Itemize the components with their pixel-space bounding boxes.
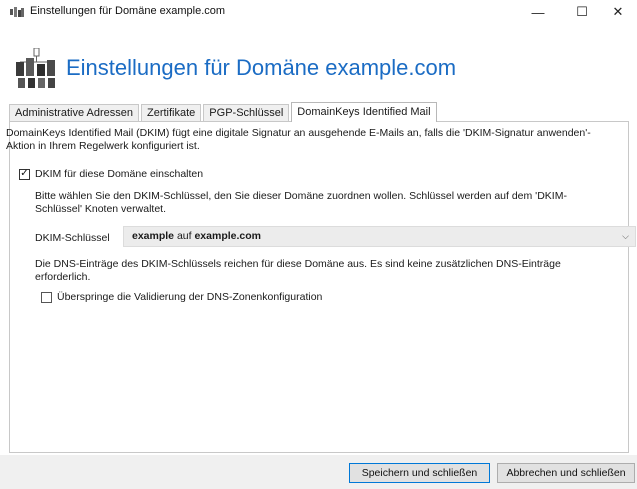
dkim-key-label: DKIM-Schlüssel: [35, 232, 110, 244]
tab-administrative-adressen[interactable]: Administrative Adressen: [9, 104, 139, 122]
tab-strip: Administrative Adressen Zertifikate PGP-…: [9, 102, 439, 122]
tab-zertifikate[interactable]: Zertifikate: [141, 104, 202, 122]
enable-dkim-checkbox[interactable]: [19, 168, 30, 180]
page-title: Einstellungen für Domäne example.com: [66, 55, 457, 80]
minimize-button[interactable]: —: [516, 0, 560, 24]
domain-network-icon: [10, 7, 24, 17]
title-bar: Einstellungen für Domäne example.com — ☐…: [0, 0, 637, 24]
settings-window: Einstellungen für Domäne example.com — ☐…: [0, 0, 637, 489]
skip-validation-row[interactable]: Überspringe die Validierung der DNS-Zone…: [41, 291, 322, 303]
select-key-hint: Bitte wählen Sie den DKIM-Schlüssel, den…: [35, 190, 567, 215]
cancel-and-close-button[interactable]: Abbrechen und schließen: [497, 463, 635, 483]
dkim-key-select[interactable]: example auf example.com ⌵: [123, 226, 636, 247]
window-title: Einstellungen für Domäne example.com: [30, 5, 226, 17]
skip-validation-label: Überspringe die Validierung der DNS-Zone…: [57, 291, 323, 303]
close-button[interactable]: ✕: [596, 0, 637, 24]
dkim-key-domain: example.com: [194, 230, 262, 242]
tab-pgp-schluessel[interactable]: PGP-Schlüssel: [203, 104, 290, 122]
dkim-key-name: example: [132, 230, 175, 242]
enable-dkim-label: DKIM für diese Domäne einschalten: [35, 168, 204, 180]
chevron-down-icon[interactable]: ⌵: [622, 227, 629, 246]
dkim-key-connector: auf: [174, 230, 195, 242]
dkim-description: DomainKeys Identified Mail (DKIM) fügt e…: [6, 127, 591, 152]
dns-info-text: Die DNS-Einträge des DKIM-Schlüssels rei…: [35, 258, 561, 283]
tab-dkim[interactable]: DomainKeys Identified Mail: [291, 102, 437, 122]
skip-validation-checkbox[interactable]: [41, 291, 52, 303]
enable-dkim-row[interactable]: DKIM für diese Domäne einschalten: [19, 168, 203, 180]
domain-network-icon: [16, 48, 55, 88]
save-and-close-button[interactable]: Speichern und schließen: [349, 463, 490, 483]
